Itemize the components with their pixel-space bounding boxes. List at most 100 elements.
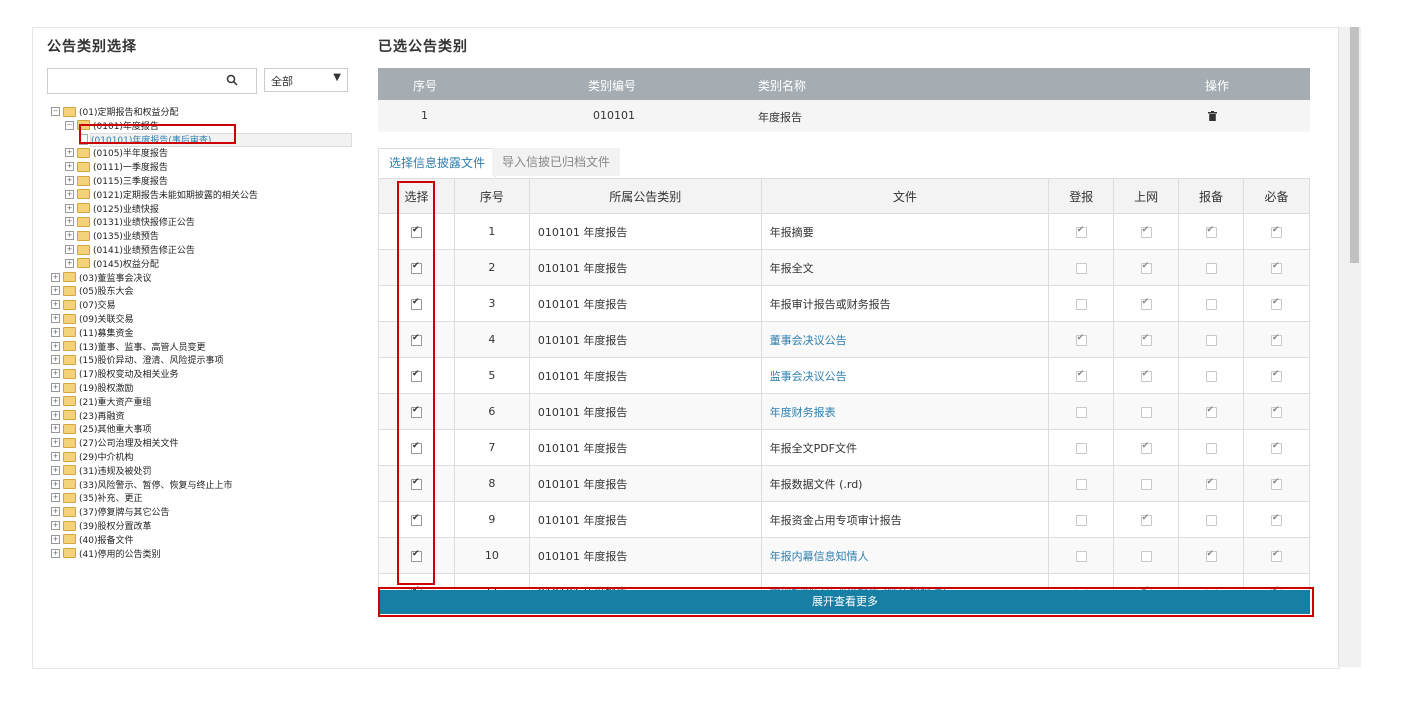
category-filter-select[interactable]: 全部 ▼: [264, 68, 348, 92]
expand-icon[interactable]: +: [51, 314, 60, 323]
expand-icon[interactable]: +: [65, 189, 74, 199]
expand-icon[interactable]: +: [65, 162, 74, 172]
tree-item[interactable]: + (0121)定期报告未能如期披露的相关公告: [65, 188, 258, 201]
collapse-icon[interactable]: −: [65, 120, 74, 130]
file-cell[interactable]: 董事会决议公告: [760, 321, 1050, 358]
tree-item[interactable]: + (0105)半年度报告: [65, 146, 168, 159]
tree-item[interactable]: + (39)股权分置改革: [51, 519, 151, 532]
bibei-checkbox[interactable]: [1271, 369, 1282, 382]
shangwang-checkbox[interactable]: [1140, 261, 1152, 274]
tree-item[interactable]: + (35)补充、更正: [51, 491, 142, 504]
expand-icon[interactable]: +: [51, 548, 60, 558]
expand-icon[interactable]: +: [51, 465, 60, 475]
dengbao-checkbox[interactable]: [1075, 442, 1087, 454]
expand-icon[interactable]: +: [51, 383, 60, 392]
bibei-checkbox[interactable]: [1271, 261, 1282, 274]
bibei-checkbox[interactable]: [1271, 333, 1282, 346]
expand-icon[interactable]: +: [65, 203, 74, 213]
tree-item[interactable]: + (11)募集资金: [51, 326, 133, 339]
shangwang-checkbox[interactable]: [1140, 513, 1152, 526]
expand-icon[interactable]: +: [65, 176, 74, 185]
expand-icon[interactable]: +: [51, 507, 60, 517]
bibei-checkbox[interactable]: [1271, 549, 1282, 562]
scrollbar[interactable]: [1338, 27, 1361, 667]
expand-icon[interactable]: +: [51, 341, 60, 351]
dengbao-checkbox[interactable]: [1075, 333, 1087, 346]
tree-item[interactable]: + (31)违规及被处罚: [51, 464, 151, 477]
dengbao-checkbox[interactable]: [1075, 478, 1087, 490]
tree-item[interactable]: + (0125)业绩快报: [65, 202, 159, 215]
tree-item[interactable]: + (0145)权益分配: [65, 257, 159, 270]
tree-item[interactable]: + (19)股权激励: [51, 381, 133, 394]
shangwang-checkbox[interactable]: [1140, 441, 1152, 454]
file-cell[interactable]: 监事会决议公告: [760, 357, 1050, 394]
collapse-icon[interactable]: −: [51, 107, 60, 116]
tree-item[interactable]: + (29)中介机构: [51, 450, 133, 463]
tree-item[interactable]: + (17)股权变动及相关业务: [51, 367, 178, 380]
file-link[interactable]: 董事会决议公告: [770, 334, 847, 347]
expand-icon[interactable]: +: [51, 286, 60, 296]
tab-import-archived-files[interactable]: 导入信披已归档文件: [492, 148, 621, 176]
expand-icon[interactable]: +: [51, 479, 60, 489]
bibei-checkbox[interactable]: [1271, 513, 1282, 526]
expand-icon[interactable]: +: [51, 355, 60, 365]
file-link[interactable]: 年报内幕信息知情人: [770, 550, 869, 563]
expand-icon[interactable]: +: [65, 217, 74, 227]
tree-item[interactable]: + (03)董监事会决议: [51, 271, 151, 284]
expand-icon[interactable]: +: [51, 369, 60, 379]
baobei-checkbox[interactable]: [1205, 442, 1217, 454]
scrollbar-thumb[interactable]: [1350, 27, 1359, 263]
bibei-checkbox[interactable]: [1271, 225, 1282, 238]
shangwang-checkbox[interactable]: [1140, 369, 1152, 382]
baobei-checkbox[interactable]: [1205, 262, 1217, 274]
tree-item[interactable]: + (0131)业绩快报修正公告: [65, 215, 195, 228]
expand-icon[interactable]: +: [65, 148, 74, 158]
tree-item[interactable]: + (0111)一季度报告: [65, 160, 168, 173]
shangwang-checkbox[interactable]: [1140, 297, 1152, 310]
file-link[interactable]: 监事会决议公告: [770, 370, 847, 383]
baobei-checkbox[interactable]: [1205, 405, 1217, 418]
shangwang-checkbox[interactable]: [1140, 406, 1152, 418]
baobei-checkbox[interactable]: [1205, 298, 1217, 310]
file-link[interactable]: 年度财务报表: [770, 406, 836, 419]
shangwang-checkbox[interactable]: [1140, 478, 1152, 490]
tree-item[interactable]: + (05)股东大会: [51, 284, 133, 297]
tree-item[interactable]: + (41)停用的公告类别: [51, 547, 160, 560]
baobei-checkbox[interactable]: [1205, 334, 1217, 346]
dengbao-checkbox[interactable]: [1075, 514, 1087, 526]
shangwang-checkbox[interactable]: [1140, 225, 1152, 238]
bibei-checkbox[interactable]: [1271, 477, 1282, 490]
expand-icon[interactable]: +: [51, 410, 60, 420]
tree-item[interactable]: + (07)交易: [51, 298, 115, 311]
tree-item[interactable]: + (27)公司治理及相关文件: [51, 436, 178, 449]
expand-icon[interactable]: +: [51, 452, 60, 461]
dengbao-checkbox[interactable]: [1075, 369, 1087, 382]
tree-item[interactable]: + (15)股价异动、澄清、风险提示事项: [51, 353, 223, 366]
expand-icon[interactable]: +: [65, 231, 74, 241]
baobei-checkbox[interactable]: [1205, 225, 1217, 238]
bibei-checkbox[interactable]: [1271, 297, 1282, 310]
expand-icon[interactable]: +: [51, 327, 60, 337]
expand-icon[interactable]: +: [65, 258, 74, 268]
file-cell[interactable]: 年报内幕信息知情人: [760, 537, 1050, 574]
expand-icon[interactable]: +: [51, 521, 60, 530]
dengbao-checkbox[interactable]: [1075, 298, 1087, 310]
tree-item[interactable]: + (13)董事、监事、高管人员变更: [51, 340, 205, 353]
dengbao-checkbox[interactable]: [1075, 406, 1087, 418]
baobei-checkbox[interactable]: [1205, 370, 1217, 382]
tree-item[interactable]: + (09)关联交易: [51, 312, 133, 325]
tree-item[interactable]: + (23)再融资: [51, 409, 124, 422]
bibei-checkbox[interactable]: [1271, 441, 1282, 454]
tree-item[interactable]: + (33)风险警示、暂停、恢复与终止上市: [51, 478, 232, 491]
baobei-checkbox[interactable]: [1205, 514, 1217, 526]
tree-item[interactable]: + (0141)业绩预告修正公告: [65, 243, 195, 256]
baobei-checkbox[interactable]: [1205, 477, 1217, 490]
tree-item[interactable]: + (25)其他重大事项: [51, 422, 151, 435]
file-cell[interactable]: 年度财务报表: [760, 393, 1050, 430]
expand-icon[interactable]: +: [51, 300, 60, 310]
bibei-checkbox[interactable]: [1271, 405, 1282, 418]
tab-select-disclosure-files[interactable]: 选择信息披露文件: [378, 148, 497, 177]
expand-icon[interactable]: +: [51, 493, 60, 503]
dengbao-checkbox[interactable]: [1075, 262, 1087, 274]
shangwang-checkbox[interactable]: [1140, 550, 1152, 562]
